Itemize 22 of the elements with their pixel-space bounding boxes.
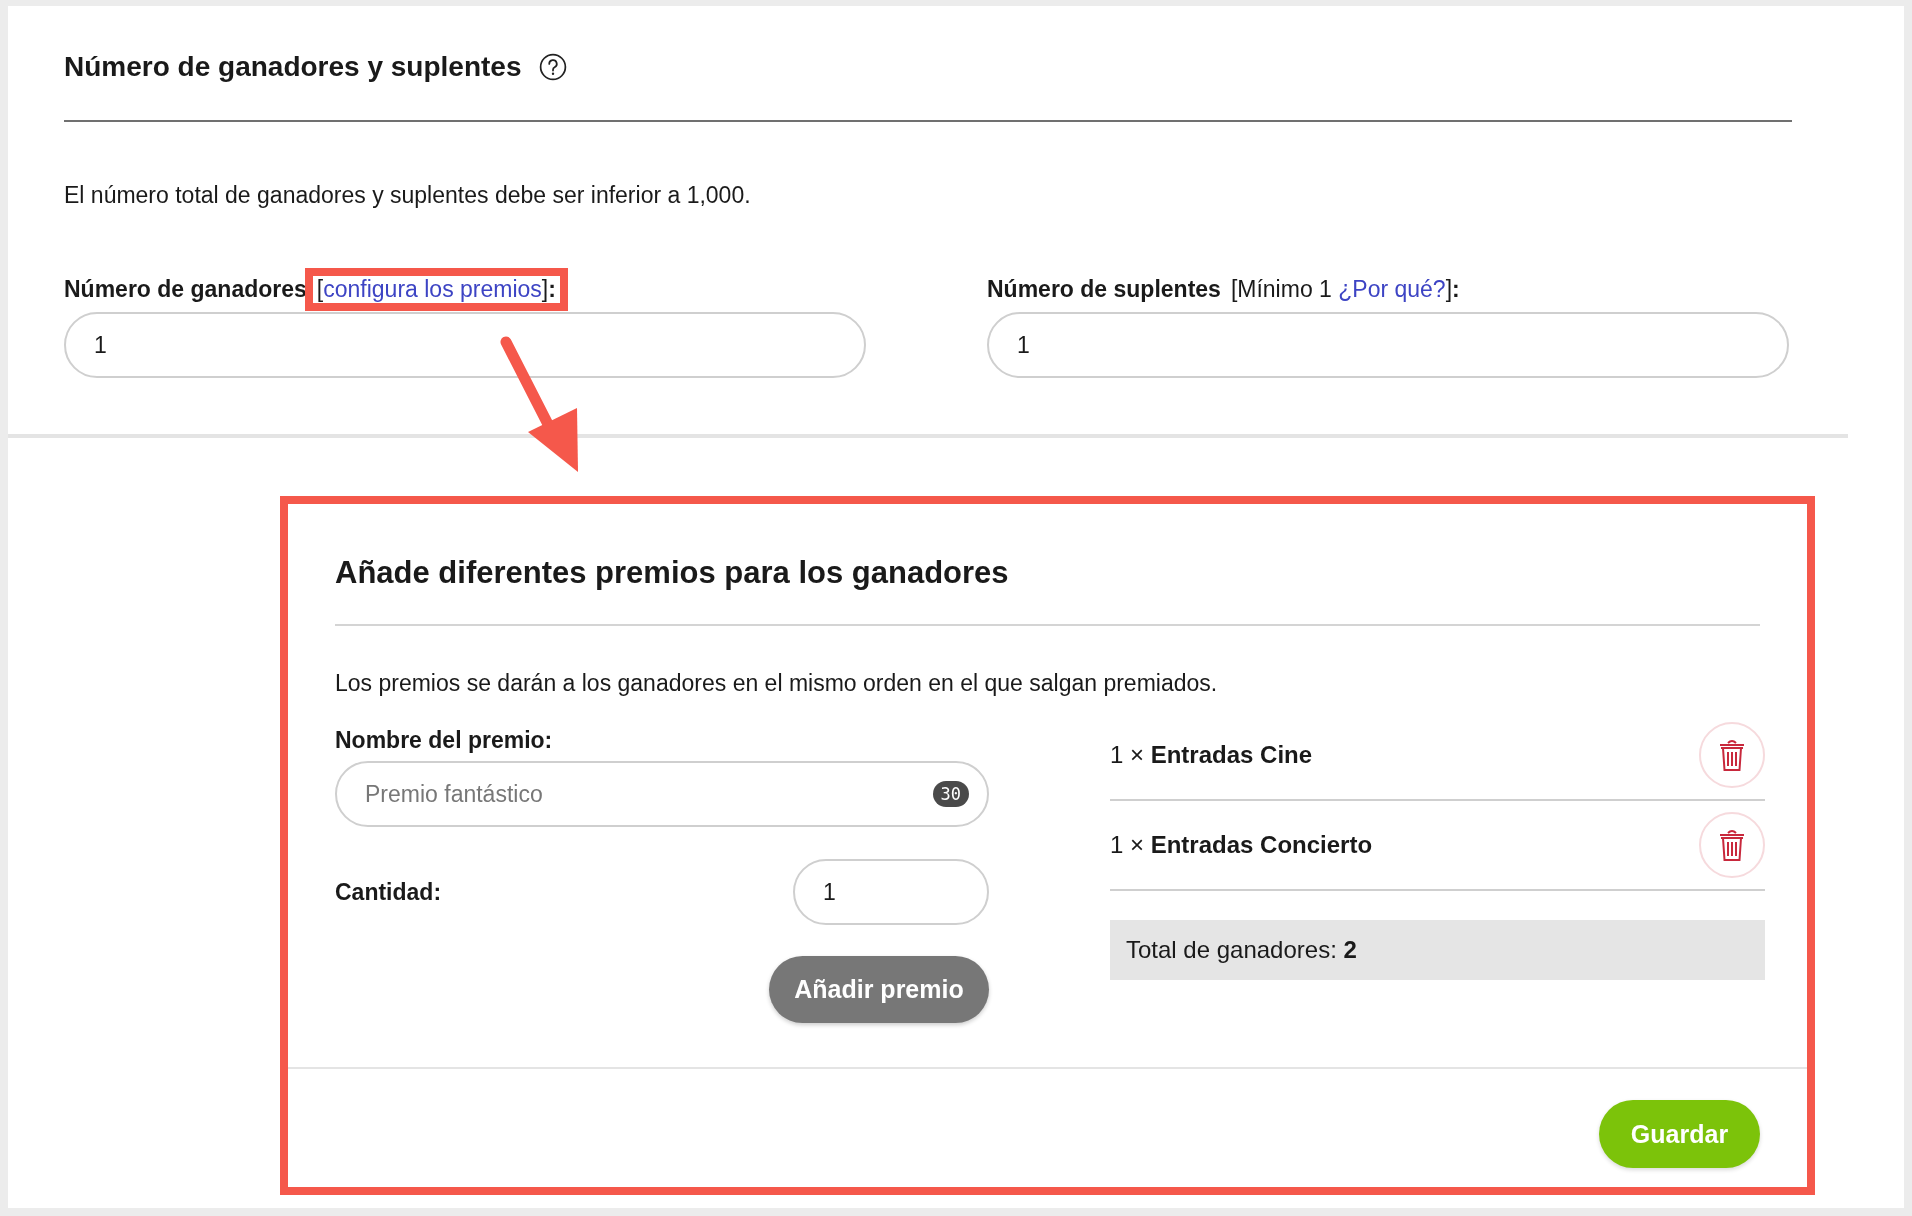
- link[interactable]: ¿Por qué?: [1338, 275, 1446, 302]
- field-hint: [Mínimo 1 ¿Por qué?]:: [1229, 274, 1461, 304]
- field-label: Número de ganadores: [64, 275, 307, 303]
- trash-icon: [1717, 828, 1747, 862]
- field-label: Nombre del premio:: [335, 726, 554, 755]
- add-prize-button[interactable]: Añadir premio: [769, 956, 989, 1023]
- field-hint: [configura los premios]:: [304, 267, 568, 311]
- dialog-title: Añade diferentes premios para los ganadores: [335, 554, 1010, 592]
- help-icon[interactable]: [539, 53, 568, 81]
- trash-icon: [1717, 738, 1747, 772]
- input-field[interactable]: 1: [64, 312, 866, 378]
- input-field[interactable]: 1: [987, 312, 1789, 378]
- field-label: Número de suplentes: [987, 275, 1221, 303]
- link[interactable]: configura los premios: [323, 275, 542, 302]
- info-text: El número total de ganadores y suplentes debe ser inferior a 1,000.: [64, 181, 752, 210]
- section-title: Número de ganadores y suplentes: [64, 51, 522, 83]
- total-summary: Total de ganadores: 2: [1126, 936, 1357, 964]
- info-text: Los premios se darán a los ganadores en el mismo orden en el que salgan premiados.: [335, 669, 1219, 698]
- quantity-field[interactable]: 1: [793, 859, 989, 925]
- prize-item: 1 × Entradas Cine: [1110, 741, 1313, 769]
- field-label: Cantidad:: [335, 878, 442, 906]
- prize-item: 1 × Entradas Concierto: [1110, 831, 1373, 859]
